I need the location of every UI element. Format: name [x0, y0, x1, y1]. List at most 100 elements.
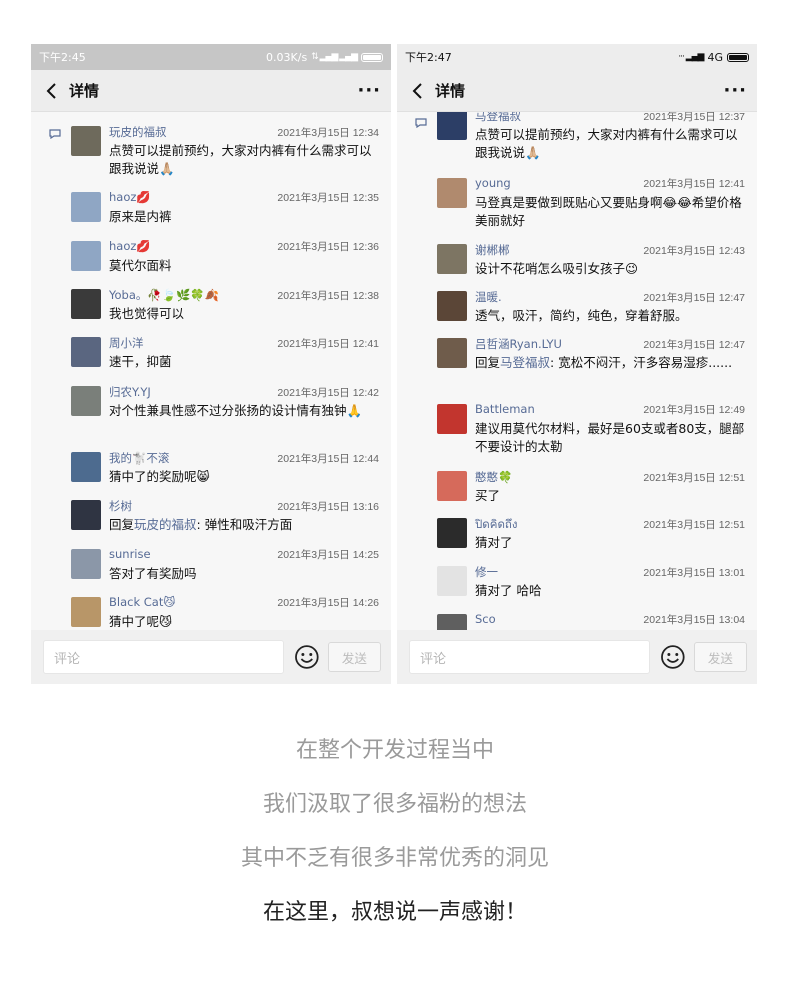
- commenter-name[interactable]: 憨憨🍀: [475, 469, 512, 485]
- comment-item[interactable]: sunrise 2021年3月15日 14:25 答对了有奖励吗: [71, 547, 379, 583]
- comment-input[interactable]: 评论: [43, 640, 284, 674]
- comment-time: 2021年3月15日 13:01: [643, 567, 745, 579]
- comment-item[interactable]: 周小洋 2021年3月15日 12:41 速干，抑菌: [71, 335, 379, 371]
- avatar[interactable]: [71, 386, 101, 416]
- comment-time: 2021年3月15日 14:26: [277, 597, 379, 609]
- comment-input[interactable]: 评论: [409, 640, 650, 674]
- avatar[interactable]: [437, 566, 467, 596]
- commenter-name[interactable]: 吕哲涵Ryan.LYU: [475, 336, 562, 352]
- comment-input-bar: 评论 发送: [31, 630, 391, 684]
- comment-item[interactable]: 马登福叔 2021年3月15日 12:37 点赞可以提前预约，大家对内裤有什么需求可…: [437, 112, 745, 162]
- more-icon[interactable]: ···: [723, 80, 747, 101]
- commenter-name[interactable]: haoz💋: [109, 239, 151, 253]
- commenter-name[interactable]: 我的🐩不滚: [109, 450, 169, 466]
- reply-mention[interactable]: 玩皮的福叔: [134, 517, 197, 532]
- comment-text: 设计不花哨怎么吸引女孩子😉: [475, 261, 639, 276]
- comment-item[interactable]: Sco 2021年3月15日 13:04: [437, 612, 745, 630]
- comment-item[interactable]: Battleman 2021年3月15日 12:49 建议用莫代尔材料，最好是60支…: [437, 402, 745, 456]
- more-icon[interactable]: ···: [357, 80, 381, 101]
- comment-item[interactable]: Black Cat😼 2021年3月15日 14:26 猜中了呢😼: [71, 595, 379, 630]
- commenter-name[interactable]: 杉树: [109, 498, 132, 514]
- comment-item[interactable]: 我的🐩不滚 2021年3月15日 12:44 猜中了的奖励呢😸: [71, 450, 379, 486]
- avatar[interactable]: [437, 614, 467, 630]
- commenter-name[interactable]: Sco: [475, 612, 496, 626]
- reply-text: : 宽松不闷汗，汗多容易湿疹......: [550, 355, 733, 370]
- comment-item[interactable]: young 2021年3月15日 12:41 马登真是要做到既贴心又要贴身啊😂😂希望…: [437, 176, 745, 230]
- comment-item[interactable]: Yoba。🥀🍃🌿🍀🍂 2021年3月15日 12:38 我也觉得可以: [71, 287, 379, 323]
- avatar[interactable]: [437, 338, 467, 368]
- avatar[interactable]: [437, 291, 467, 321]
- commenter-name[interactable]: haoz💋: [109, 190, 151, 204]
- comment-text: 透气，吸汗，简约，纯色，穿着舒服。: [475, 308, 688, 323]
- nav-bar: 详情 ···: [397, 70, 757, 112]
- comment-item[interactable]: 谢郴郴 2021年3月15日 12:43 设计不花哨怎么吸引女孩子😉: [437, 242, 745, 278]
- send-button[interactable]: 发送: [327, 642, 381, 672]
- comment-item[interactable]: 修一 2021年3月15日 13:01 猜对了 哈哈: [437, 564, 745, 600]
- commenter-name[interactable]: sunrise: [109, 547, 151, 561]
- commenter-name[interactable]: 马登福叔: [475, 112, 521, 124]
- left-phone-screen: 下午2:45 0.03K/s ⇅ ▂▄▆ ▂▄▆ 详情 ··· 玩皮的福叔 202…: [31, 44, 391, 684]
- avatar[interactable]: [437, 112, 467, 140]
- status-bar: 下午2:47 ··· ▂▄▆ 4G: [397, 44, 757, 70]
- comment-text: 猜中了的奖励呢😸: [109, 469, 210, 484]
- comment-item[interactable]: ปิดคิดถึง 2021年3月15日 12:51 猜对了: [437, 516, 745, 552]
- comment-item[interactable]: 温暖. 2021年3月15日 12:47 透气，吸汗，简约，纯色，穿着舒服。: [437, 289, 745, 325]
- commenter-name[interactable]: Yoba。🥀🍃🌿🍀🍂: [109, 287, 219, 303]
- comment-text: 猜对了: [475, 535, 513, 550]
- comment-item[interactable]: 杉树 2021年3月15日 13:16 回复玩皮的福叔: 弹性和吸汗方面: [71, 498, 379, 534]
- commenter-name[interactable]: ปิดคิดถึง: [475, 516, 518, 534]
- commenter-name[interactable]: young: [475, 176, 511, 190]
- comment-text: 我也觉得可以: [109, 306, 185, 321]
- emoji-icon[interactable]: [660, 644, 686, 670]
- avatar[interactable]: [71, 500, 101, 530]
- avatar[interactable]: [437, 471, 467, 501]
- avatar[interactable]: [71, 337, 101, 367]
- avatar[interactable]: [71, 241, 101, 271]
- reply-prefix: 回复: [475, 355, 501, 370]
- commenter-name[interactable]: Battleman: [475, 402, 535, 416]
- back-icon[interactable]: [41, 80, 63, 102]
- caption-line-3: 其中不乏有很多非常优秀的洞见: [240, 846, 549, 871]
- commenter-name[interactable]: 玩皮的福叔: [109, 124, 167, 140]
- avatar[interactable]: [71, 452, 101, 482]
- comment-time: 2021年3月15日 12:42: [277, 387, 379, 399]
- avatar[interactable]: [437, 404, 467, 434]
- network-type: 4G: [707, 50, 723, 64]
- avatar[interactable]: [71, 192, 101, 222]
- commenter-name[interactable]: Black Cat😼: [109, 595, 175, 609]
- avatar[interactable]: [71, 289, 101, 319]
- comment-list[interactable]: 马登福叔 2021年3月15日 12:37 点赞可以提前预约，大家对内裤有什么需求可…: [397, 112, 757, 630]
- comment-item[interactable]: haoz💋 2021年3月15日 12:36 莫代尔面料: [71, 239, 379, 275]
- comment-text: 点赞可以提前预约，大家对内裤有什么需求可以跟我说说🙏🏼: [109, 143, 372, 176]
- comment-time: 2021年3月15日 13:04: [643, 614, 745, 626]
- avatar[interactable]: [437, 518, 467, 548]
- comment-time: 2021年3月15日 12:34: [277, 127, 379, 139]
- comment-item[interactable]: 吕哲涵Ryan.LYU 2021年3月15日 12:47 回复马登福叔: 宽松不闷汗…: [437, 336, 745, 372]
- caption-line-4: 在这里，叔想说一声感谢！: [262, 900, 527, 925]
- commenter-name[interactable]: 温暖.: [475, 289, 502, 305]
- comment-time: 2021年3月15日 12:38: [277, 290, 379, 302]
- commenter-name[interactable]: 周小洋: [109, 335, 144, 351]
- comment-item[interactable]: 归农Y.YJ 2021年3月15日 12:42 对个性兼具性感不过分张扬的设计情有独…: [71, 384, 379, 420]
- comment-item[interactable]: 憨憨🍀 2021年3月15日 12:51 买了: [437, 469, 745, 505]
- reply-mention[interactable]: 马登福叔: [500, 355, 550, 370]
- comment-item[interactable]: haoz💋 2021年3月15日 12:35 原来是内裤: [71, 190, 379, 226]
- avatar[interactable]: [71, 549, 101, 579]
- comment-text: 速干，抑菌: [109, 354, 172, 369]
- avatar[interactable]: [437, 178, 467, 208]
- avatar[interactable]: [71, 126, 101, 156]
- send-button[interactable]: 发送: [693, 642, 747, 672]
- commenter-name[interactable]: 修一: [475, 564, 498, 580]
- comment-item[interactable]: 玩皮的福叔 2021年3月15日 12:34 点赞可以提前预约，大家对内裤有什么需求…: [71, 124, 379, 178]
- avatar[interactable]: [437, 244, 467, 274]
- comment-list[interactable]: 玩皮的福叔 2021年3月15日 12:34 点赞可以提前预约，大家对内裤有什么需求…: [31, 112, 391, 630]
- comment-text: 原来是内裤: [109, 209, 172, 224]
- back-icon[interactable]: [407, 80, 429, 102]
- caption-line-2: 我们汲取了很多福粉的想法: [262, 792, 527, 817]
- emoji-icon[interactable]: [294, 644, 320, 670]
- comment-time: 2021年3月15日 12:37: [643, 112, 745, 123]
- commenter-name[interactable]: 归农Y.YJ: [109, 384, 151, 400]
- avatar[interactable]: [71, 597, 101, 627]
- comment-time: 2021年3月15日 12:35: [277, 192, 379, 204]
- commenter-name[interactable]: 谢郴郴: [475, 242, 510, 258]
